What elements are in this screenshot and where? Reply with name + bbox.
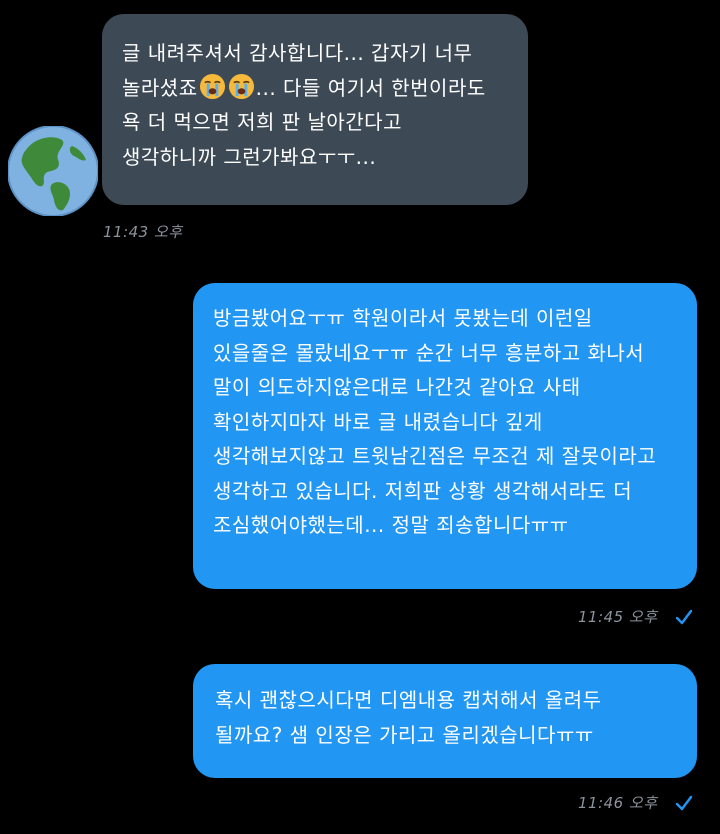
message-line: 생각해보지않고 트윗남긴점은 무조건 제 잘못이라고 [213,444,657,468]
outgoing-message-bubble[interactable]: 혹시 괜찮으시다면 디엠내용 캡처해서 올려두 될까요? 샘 인장은 가리고 올… [193,664,697,778]
message-line: 글 내려주셔서 감사합니다... 갑자기 너무 [122,41,473,65]
message-line-segment: ... 다들 여기서 한번이라도 [255,75,486,100]
message-line: 생각하니까 그런가봐요ㅜㅜ... [122,144,377,169]
message-line: 될까요? 샘 인장은 가리고 올리겠습니다ㅠㅠ [215,722,594,747]
loudly-crying-face-icon [228,73,254,99]
message-line: 욕 더 먹으면 저희 판 날아간다고 [122,110,402,134]
globe-americas-icon [8,126,98,216]
contact-avatar[interactable] [8,126,98,216]
message-timestamp: 11:45 오후 [578,608,658,626]
message-line: 생각하고 있습니다. 저희판 상황 생각해서라도 더 [213,478,633,503]
read-check-icon [675,609,693,625]
message-line: 방금봤어요ㅜㅠ 학원이라서 못봤는데 이런일 [213,306,593,330]
message-timestamp: 11:43 오후 [103,223,183,241]
message-line: 놀라셨죠 ... 다들 여기서 한번이라도 [122,71,510,106]
incoming-message-bubble[interactable]: 글 내려주셔서 감사합니다... 갑자기 너무 놀라셨죠 ... 다들 여기서 한… [102,14,528,205]
loudly-crying-face-icon [199,73,225,99]
read-check-icon [675,795,693,811]
message-line-segment: 놀라셨죠 [122,75,198,100]
message-line: 있을줄은 몰랐네요ㅜㅠ 순간 너무 흥분하고 화나서 [213,340,645,365]
message-line: 조심했어야했는데... 정말 죄송합니다ㅠㅠ [213,513,569,537]
message-line: 혹시 괜찮으시다면 디엠내용 캡처해서 올려두 [215,688,602,712]
message-line: 확인하지마자 바로 글 내렸습니다 깊게 [213,409,543,434]
message-line: 말이 의도하지않은대로 나간것 같아요 사태 [213,375,581,399]
message-timestamp: 11:46 오후 [578,794,658,812]
outgoing-message-bubble[interactable]: 방금봤어요ㅜㅠ 학원이라서 못봤는데 이런일 있을줄은 몰랐네요ㅜㅠ 순간 너무… [193,283,697,589]
